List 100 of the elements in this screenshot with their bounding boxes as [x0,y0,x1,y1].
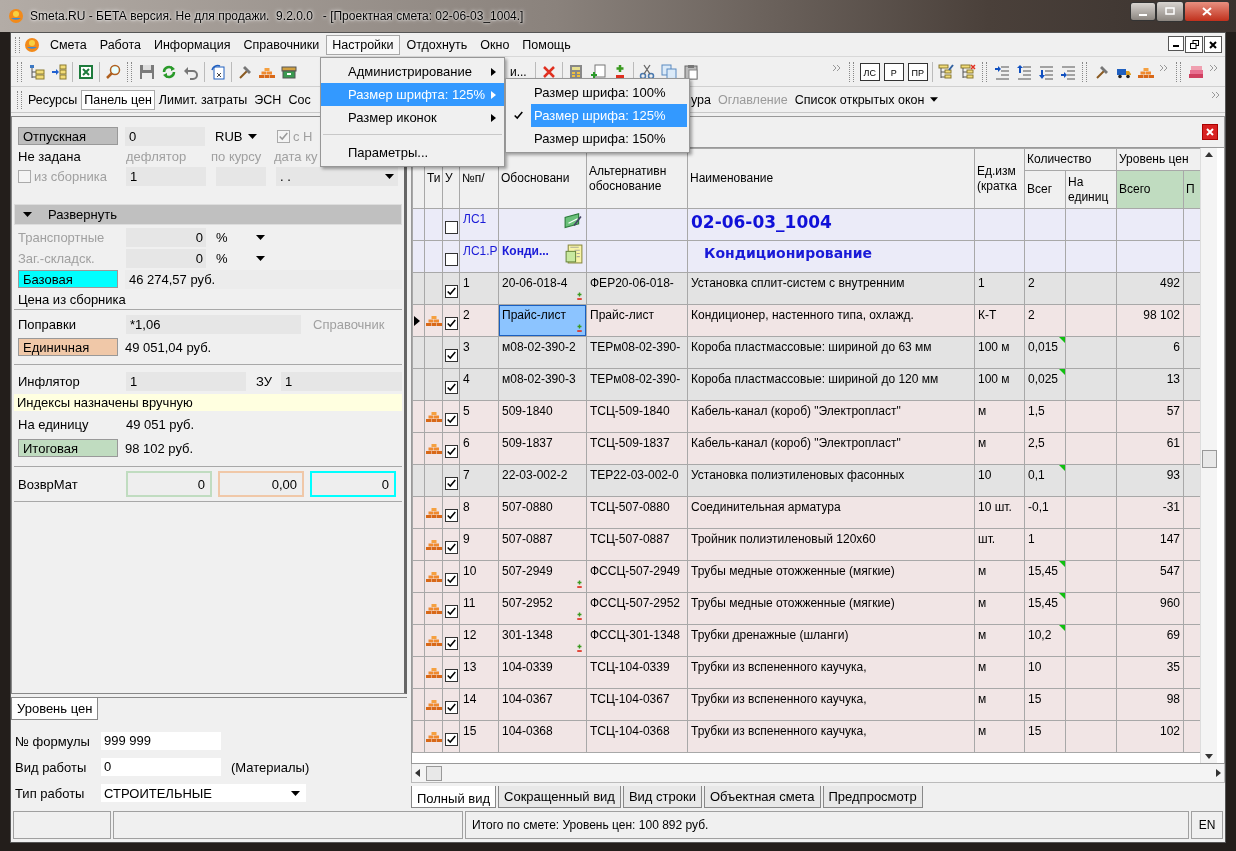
checkbox[interactable] [444,637,458,650]
text-field[interactable]: 0 [126,228,206,247]
checkbox[interactable] [444,477,458,490]
menu-item[interactable]: Справочники [237,34,326,55]
scroll-thumb[interactable] [426,765,442,781]
table-cell [1065,592,1117,625]
close-button[interactable] [1202,124,1218,140]
checkbox[interactable] [444,381,458,394]
checkbox[interactable] [444,701,458,714]
number-field[interactable]: 0 [126,471,212,497]
menu-item[interactable]: Окно [474,34,516,55]
number-field[interactable]: 0 [310,471,396,497]
checkbox[interactable] [444,669,458,682]
checkbox[interactable] [444,509,458,522]
menu-item[interactable]: Размер шрифа: 150% [531,127,687,150]
checkbox[interactable] [444,221,458,234]
menu-item[interactable]: Размер иконок [321,106,504,129]
checkbox[interactable] [444,733,458,746]
input-field[interactable]: 999 999 [101,732,221,750]
menu-item[interactable]: Администрирование [321,60,504,83]
table-cell: 509-1837 [498,432,587,465]
view-tab[interactable]: Полный вид [411,786,497,808]
scroll-down-icon[interactable] [1205,754,1213,759]
menu-item[interactable]: Информация [147,34,237,55]
minimize-button[interactable] [1130,1,1156,21]
move-down-icon [1037,63,1054,80]
view-tab[interactable]: Сокращенный вид [498,786,621,808]
minimize-button[interactable] [1168,36,1184,51]
checkbox[interactable] [277,129,290,143]
close-button[interactable] [1184,0,1230,22]
text-field[interactable]: 1 [126,167,206,186]
note-text: (Материалы) [231,759,310,775]
scroll-left-icon[interactable] [415,769,420,777]
checkbox[interactable] [444,349,458,362]
add-document-icon [589,63,606,80]
text-field[interactable]: 0 [125,126,205,146]
checkbox[interactable] [444,285,458,298]
caret-icon[interactable] [256,235,265,240]
toolbar-tab[interactable]: ура [688,89,714,110]
field-label: ВозврМат [18,476,79,492]
checkbox[interactable] [444,573,458,586]
checkbox[interactable] [444,317,458,330]
checkbox[interactable] [444,445,458,458]
checkbox[interactable] [444,541,458,554]
menu-item[interactable]: Настройки [326,34,400,55]
toolbar-button[interactable]: Р [883,62,904,81]
table-cell [1065,656,1117,689]
toolbar-tab[interactable]: Лимит. затраты [155,89,251,110]
dropdown-field[interactable]: СТРОИТЕЛЬНЫЕ [101,784,306,802]
scroll-thumb[interactable] [1202,450,1217,468]
tree-icon [29,63,45,80]
menu-item[interactable]: Помощь [516,34,577,55]
view-tab[interactable]: Объектная смета [703,786,821,808]
scrollbar[interactable] [1200,148,1217,763]
currency-dropdown[interactable]: RUB [215,128,243,144]
toolbar-tab[interactable]: Сос [285,89,314,110]
menu-item[interactable]: Размер шрифа: 100% [531,81,687,104]
toolbar-text: и... [510,64,527,79]
table-cell: м [974,560,1025,593]
tick-mark [445,382,457,393]
restore-button[interactable] [1185,36,1203,53]
text-field[interactable]: 1 [126,371,246,391]
toolbar-button[interactable]: ЛС [859,62,880,81]
input-field[interactable]: 0 [101,758,221,776]
indent-icon [993,63,1010,80]
table-cell: 6 [1116,336,1184,369]
text-field[interactable]: 0 [126,249,206,268]
caret-icon[interactable] [256,256,265,261]
expand-arrow-icon[interactable] [23,212,32,217]
toolbar-tab[interactable]: Список открытых окон [791,89,942,110]
toolbar-tab[interactable]: Ресурсы [25,89,81,110]
tick-mark [445,478,457,489]
scroll-up-icon[interactable] [1205,152,1213,157]
checkbox[interactable] [444,413,458,426]
close-button[interactable] [1204,36,1222,53]
field-label: Тип работы [15,785,86,801]
maximize-button[interactable] [1156,0,1184,22]
tick-mark [445,670,457,681]
toolbar-tab[interactable]: ЭСН [251,89,285,110]
checkbox[interactable] [444,605,458,618]
view-tab[interactable]: Предпросмотр [822,786,923,808]
table-cell: 102 [1116,720,1184,753]
menu-item[interactable]: Смета [44,34,93,55]
checkbox[interactable] [18,170,31,183]
toolbar-tab[interactable]: Панель цен [81,89,155,110]
scroll-right-icon[interactable] [1216,769,1221,777]
row-pointer-icon[interactable] [414,316,420,326]
menu-item[interactable]: Отдохнуть [400,34,474,55]
text-field[interactable]: 1 [281,371,402,391]
panel-tab[interactable]: Уровень цен [11,698,99,720]
text-field[interactable]: *1,06 [126,314,301,334]
checkbox[interactable] [444,253,458,266]
number-field[interactable]: 0,00 [218,471,304,497]
view-tab[interactable]: Вид строки [622,786,702,808]
table-cell: 960 [1116,592,1184,625]
date-dropdown[interactable]: . . [280,167,291,186]
toolbar-button[interactable]: ПР [907,62,928,81]
expand-label[interactable]: Развернуть [48,207,117,222]
menu-item[interactable]: Работа [93,34,147,55]
scrollbar[interactable] [411,764,1225,783]
